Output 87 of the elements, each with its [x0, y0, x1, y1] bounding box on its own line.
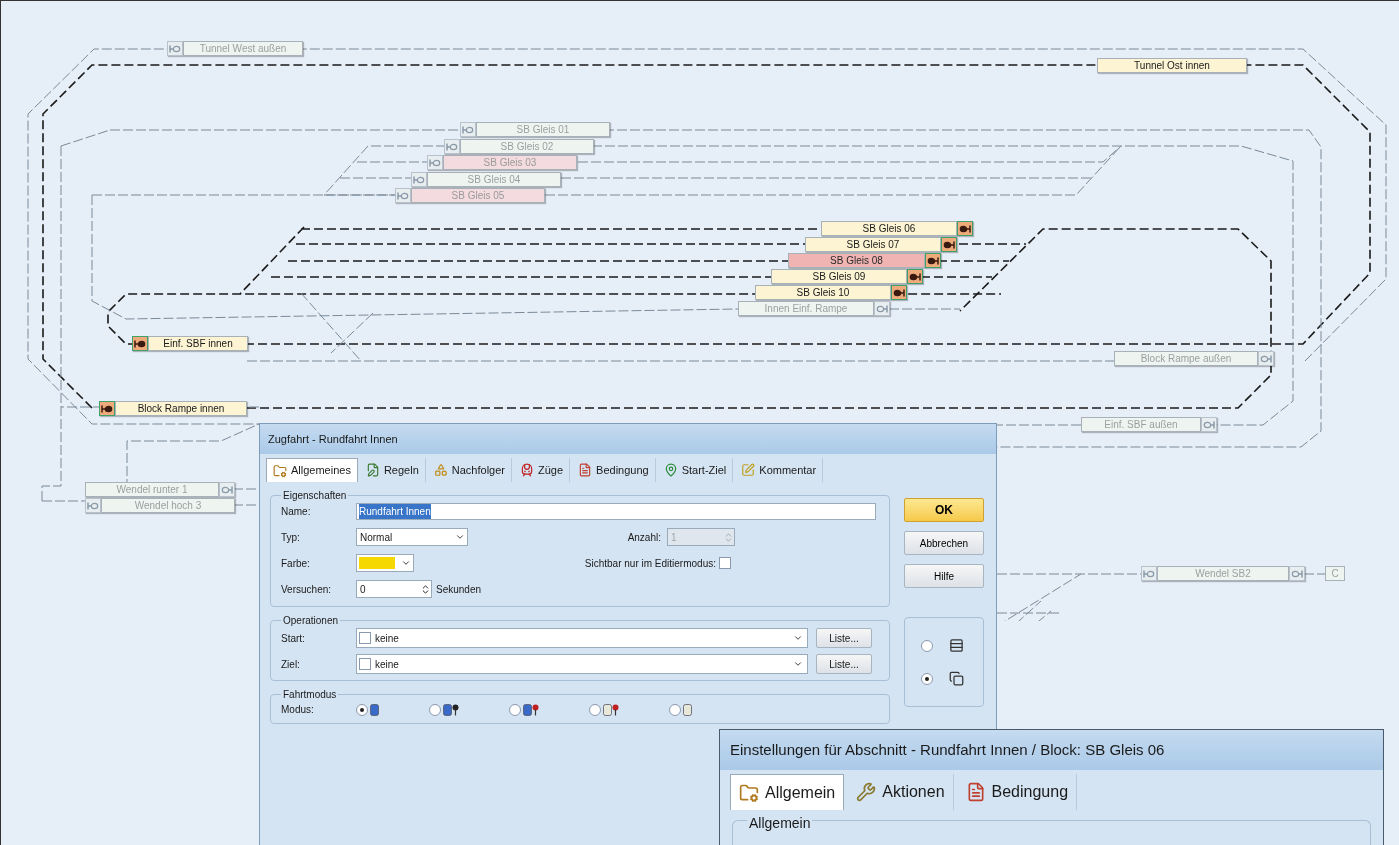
train-signal-icon [443, 703, 459, 716]
train-signal-icon [523, 703, 539, 716]
signal-icon[interactable] [907, 269, 923, 284]
unit-label: Sekunden [436, 582, 482, 597]
list-button[interactable]: Liste... [816, 654, 872, 674]
block-label[interactable]: SB Gleis 06 [821, 221, 957, 236]
caret-icon [455, 532, 465, 542]
type-dropdown[interactable]: Normal [356, 528, 468, 546]
checkbox[interactable] [359, 632, 371, 644]
file-pen-icon [365, 463, 380, 477]
field-label: Modus: [281, 703, 315, 717]
group-title: Allgemein [747, 815, 813, 831]
caret-icon [401, 558, 411, 568]
checkbox[interactable] [359, 658, 371, 670]
lamp-icon [683, 703, 692, 716]
list-button[interactable]: Liste... [816, 628, 872, 648]
lamp-signal-icon [603, 703, 619, 716]
folder-gear-icon [739, 782, 759, 803]
field-label: Typ: [281, 530, 301, 545]
dialog-button[interactable]: Abbrechen [904, 531, 984, 555]
dialog-button[interactable]: OK [904, 498, 984, 522]
radio-button[interactable] [921, 672, 933, 685]
block-label[interactable]: Block Rampe innen [115, 401, 247, 416]
radio-button[interactable] [669, 703, 681, 716]
operation-dropdown[interactable]: keine [356, 628, 808, 648]
caret-icon [793, 659, 803, 669]
spinner-arrows-icon [723, 531, 734, 543]
train-icon [370, 703, 379, 716]
field-label: Ziel: [281, 657, 301, 672]
field-label: Versuchen: [281, 582, 333, 597]
color-dropdown[interactable] [356, 554, 414, 572]
map-pin-icon [663, 463, 678, 477]
tab[interactable]: Allgemein [730, 774, 845, 810]
tab[interactable]: Regeln [359, 458, 426, 482]
field-label: Sichtbar nur im Editiermodus: [584, 556, 716, 571]
caret-icon [793, 633, 803, 643]
window-title: Zugfahrt - Rundfahrt Innen [268, 431, 398, 447]
tab[interactable]: Start-Ziel [657, 458, 734, 482]
attempts-spinner[interactable]: 0 [356, 580, 432, 598]
signal-icon[interactable] [925, 253, 941, 268]
operation-dropdown[interactable]: keine [356, 654, 808, 674]
tab[interactable]: Kommentar [735, 458, 824, 482]
list-icon [949, 638, 964, 653]
radio-button[interactable] [921, 639, 933, 652]
tab[interactable]: Aktionen [848, 774, 954, 810]
group-title: Fahrtmodus [282, 688, 338, 702]
copy-icon [949, 671, 964, 686]
checkbox[interactable] [719, 557, 731, 569]
signal-icon[interactable] [941, 237, 957, 252]
signal-icon[interactable] [957, 221, 973, 236]
block-label[interactable]: SB Gleis 08 [788, 253, 925, 268]
train-icon [520, 463, 534, 477]
pen-square-icon [741, 463, 756, 477]
wrench-icon [856, 782, 877, 802]
window-title: Einstellungen für Abschnitt - Rundfahrt Innen / Block: SB Gleis 06 [730, 739, 1165, 760]
name-field[interactable]: Rundfahrt Innen [356, 503, 876, 520]
field-value: Rundfahrt Innen [359, 504, 431, 519]
block-label[interactable]: SB Gleis 07 [805, 237, 941, 252]
field-label: Farbe: [281, 556, 311, 571]
block-label[interactable]: SB Gleis 09 [771, 269, 907, 284]
field-label: Start: [281, 631, 306, 646]
radio-button[interactable] [509, 703, 521, 716]
block-label[interactable]: Tunnel Ost innen [1097, 58, 1247, 73]
block-label[interactable]: SB Gleis 10 [755, 285, 891, 300]
group-title: Eigenschaften [282, 489, 348, 503]
spinner-arrows-icon [420, 583, 431, 595]
block-label[interactable]: Einf. SBF innen [148, 336, 248, 351]
radio-button[interactable] [356, 703, 368, 716]
tab[interactable]: Nachfolger [427, 458, 512, 482]
field-label: Name: [281, 505, 312, 519]
field-value: keine [375, 631, 399, 646]
signal-icon[interactable] [891, 285, 907, 300]
document-icon [578, 463, 593, 477]
tab[interactable]: Züge [514, 458, 571, 482]
signal-icon[interactable] [132, 336, 148, 351]
dialog-button[interactable]: Hilfe [904, 564, 984, 588]
signal-icon[interactable] [99, 401, 115, 416]
tab[interactable]: Bedingung [572, 458, 656, 482]
tab[interactable]: Bedingung [957, 774, 1078, 810]
radio-button[interactable] [429, 703, 441, 716]
folder-gear-icon [273, 463, 287, 478]
shapes-icon [433, 463, 448, 477]
field-label: Anzahl: [627, 530, 661, 545]
radio-button[interactable] [589, 703, 601, 716]
group-title: Operationen [282, 614, 340, 628]
tab[interactable]: Allgemeines [266, 458, 358, 482]
field-value: keine [375, 657, 399, 672]
